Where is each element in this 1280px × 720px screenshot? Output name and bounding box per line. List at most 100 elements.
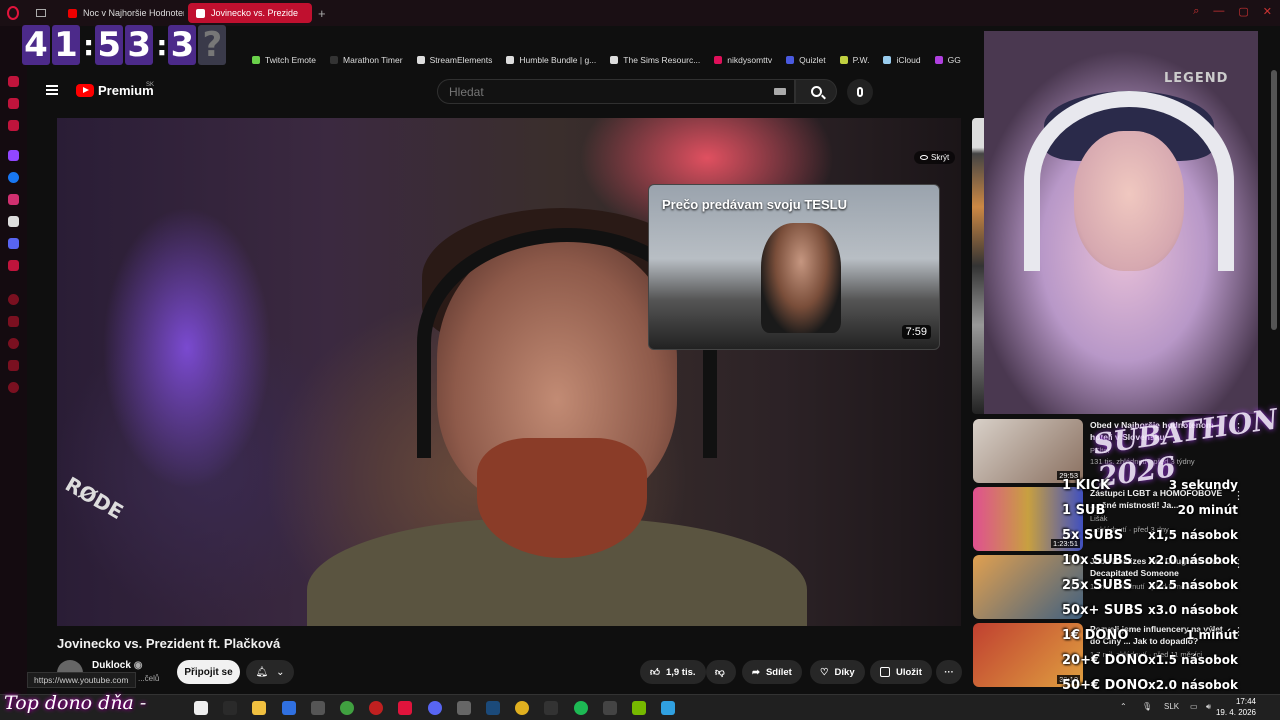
- timer-colon: :: [156, 28, 168, 62]
- clock-icon[interactable]: [8, 338, 19, 349]
- nvidia-icon[interactable]: [632, 701, 646, 715]
- facecam-overlay: LEGEND: [984, 31, 1258, 414]
- dislike-button[interactable]: 👎︎: [706, 660, 736, 684]
- card-duration: 7:59: [901, 325, 931, 339]
- menu-icon[interactable]: [46, 85, 58, 95]
- mail-icon[interactable]: [8, 120, 19, 131]
- app-icon[interactable]: [310, 701, 325, 715]
- mic-tray-icon[interactable]: 🎙︎: [1142, 702, 1152, 711]
- timer-digit: 3: [125, 25, 154, 65]
- close-button[interactable]: ✕: [1263, 5, 1272, 18]
- recommended-thumbnail: 29:53: [973, 419, 1083, 483]
- thanks-heart-icon: ♡: [820, 666, 829, 678]
- aria-icon[interactable]: [8, 76, 19, 87]
- downloads-icon[interactable]: [8, 360, 19, 371]
- voice-search-button[interactable]: [847, 79, 873, 105]
- search-button[interactable]: [795, 79, 837, 104]
- join-button[interactable]: Připojit se: [177, 660, 240, 684]
- bookmark-8[interactable]: iCloud: [883, 55, 921, 65]
- opera-logo-icon[interactable]: [0, 0, 26, 26]
- bookmark-0[interactable]: Twitch Emote: [252, 55, 316, 65]
- search-input[interactable]: [438, 80, 738, 103]
- microphone-icon: [857, 87, 863, 97]
- bookmark-7[interactable]: P.W.: [839, 55, 869, 65]
- bookmark-favicon-icon: [786, 56, 795, 64]
- timer-colon: :: [83, 28, 95, 62]
- channel-name[interactable]: Duklock ◉: [92, 660, 142, 671]
- twitch-icon[interactable]: [8, 150, 19, 161]
- spotify-icon[interactable]: [573, 701, 588, 715]
- player-icon[interactable]: [8, 98, 19, 109]
- bookmark-1[interactable]: Marathon Timer: [330, 55, 403, 65]
- status-url-tooltip: https://www.youtube.com: [27, 672, 136, 688]
- folder-icon[interactable]: [252, 701, 267, 715]
- record-icon[interactable]: [369, 701, 384, 715]
- hide-cards-button[interactable]: Skrýt: [914, 151, 956, 164]
- store-icon[interactable]: [281, 701, 296, 715]
- thanks-button[interactable]: ♡ Díky: [810, 660, 865, 684]
- eye-off-icon: [920, 155, 928, 160]
- keyboard-icon[interactable]: [774, 88, 786, 95]
- tab-1[interactable]: Jovinecko vs. Prezide: [188, 3, 312, 23]
- minimize-button[interactable]: —: [1213, 5, 1224, 18]
- browser-tab-bar: Noc v Najhoršie Hodnoten Jovinecko vs. P…: [0, 0, 1280, 26]
- network-icon[interactable]: ▭: [1190, 702, 1198, 711]
- bookmark-9[interactable]: GG: [934, 55, 961, 65]
- discord-icon[interactable]: [427, 701, 442, 715]
- new-tab-button[interactable]: +: [318, 6, 326, 21]
- chrome-icon[interactable]: [515, 701, 530, 715]
- history-icon[interactable]: [8, 294, 19, 305]
- language-indicator[interactable]: SLK: [1164, 702, 1179, 711]
- file-icon[interactable]: [194, 701, 208, 715]
- messenger-icon[interactable]: [8, 172, 19, 183]
- bookmark-6[interactable]: Quizlet: [786, 55, 826, 65]
- end-screen-video-card[interactable]: Prečo predávam svoju TESLU 7:59: [648, 184, 940, 350]
- recommended-video[interactable]: 1:23:51 Zástupci LGBT a HOMOFOBOVÉ ...eč…: [973, 487, 1273, 553]
- settings-gear-icon[interactable]: [8, 382, 19, 393]
- monitor-icon[interactable]: [602, 701, 617, 715]
- extensions-icon[interactable]: [8, 316, 19, 327]
- bookmark-favicon-icon: [506, 56, 515, 64]
- search-tabs-icon[interactable]: ⌕: [1193, 5, 1199, 18]
- opera-icon[interactable]: [398, 701, 413, 715]
- tab-0[interactable]: Noc v Najhoršie Hodnoten: [60, 3, 184, 23]
- more-actions-button[interactable]: ···: [936, 660, 962, 684]
- terminal-icon[interactable]: [223, 701, 238, 715]
- sidebar-youtube-icon[interactable]: [8, 260, 19, 271]
- bookmark-4[interactable]: The Sims Resourc...: [610, 55, 700, 65]
- steam-icon[interactable]: [486, 701, 500, 715]
- maximize-button[interactable]: ▢: [1238, 5, 1248, 18]
- youtube-logo[interactable]: Premium: [76, 83, 154, 98]
- youtube-favicon-icon: [68, 8, 77, 18]
- save-button[interactable]: Uložit: [870, 660, 932, 684]
- bookmark-favicon-icon: [252, 56, 260, 64]
- xbox-icon[interactable]: [340, 701, 354, 715]
- facecam-headset: [1024, 91, 1234, 271]
- bookmark-5[interactable]: nikdysomttv: [714, 55, 772, 65]
- bookmark-favicon-icon: [416, 56, 425, 64]
- search-box: [437, 79, 795, 104]
- bookmark-favicon-icon: [610, 56, 619, 64]
- notifications-button[interactable]: 🔔︎ ⌄: [246, 660, 294, 684]
- bookmark-3[interactable]: Humble Bundle | g...: [506, 55, 596, 65]
- discord-icon[interactable]: [8, 238, 19, 249]
- workspaces-icon[interactable]: [28, 3, 56, 23]
- sidebar-thumbnail-edge[interactable]: [972, 118, 984, 414]
- steam-gear-icon[interactable]: [456, 701, 471, 715]
- like-button[interactable]: 👍︎ 1,9 tis.: [640, 660, 706, 684]
- x-icon[interactable]: [8, 216, 19, 227]
- volume-icon[interactable]: 🔊︎: [1206, 702, 1211, 712]
- tray-chevron-icon[interactable]: ⌃: [1120, 702, 1127, 711]
- card-thumbnail-person: [761, 223, 841, 333]
- bookmark-2[interactable]: StreamElements: [416, 55, 492, 65]
- share-button[interactable]: ➦ Sdílet: [742, 660, 802, 684]
- country-code: SK: [146, 82, 155, 88]
- taskbar-clock[interactable]: 17:44 19. 4. 2026: [1216, 696, 1256, 718]
- obs-icon[interactable]: [544, 701, 559, 715]
- stack-icon[interactable]: [661, 701, 676, 715]
- bookmark-favicon-icon: [839, 56, 848, 64]
- instagram-icon[interactable]: [8, 194, 19, 205]
- page-scrollbar[interactable]: [1271, 70, 1277, 330]
- timer-digit: 3: [168, 25, 197, 65]
- speaker-icon: [196, 8, 205, 18]
